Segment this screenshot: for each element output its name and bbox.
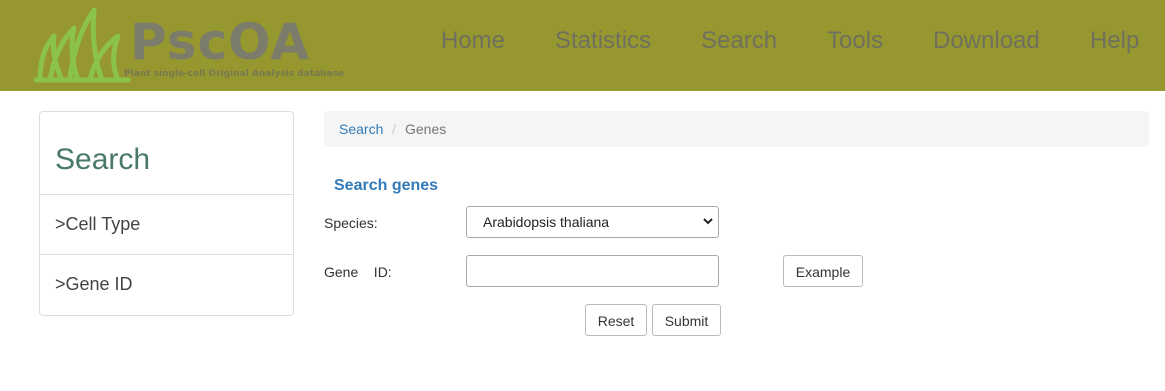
submit-button[interactable]: Submit — [652, 304, 721, 336]
nav-home[interactable]: Home — [441, 26, 505, 56]
nav-search[interactable]: Search — [701, 26, 777, 56]
top-navigation-bar: PscOA Plant single-cell Original Analysi… — [0, 0, 1165, 91]
reset-button[interactable]: Reset — [585, 304, 647, 336]
gene-id-input[interactable] — [466, 255, 719, 287]
search-sidebar: Search >Cell Type >Gene ID — [39, 111, 294, 316]
breadcrumb-separator: / — [392, 121, 396, 137]
nav-statistics[interactable]: Statistics — [555, 26, 651, 56]
nav-download[interactable]: Download — [933, 26, 1040, 56]
species-label: Species: — [324, 215, 378, 231]
sidebar-item-cell-type[interactable]: >Cell Type — [40, 195, 293, 255]
breadcrumb-current: Genes — [405, 121, 447, 137]
logo-subtitle: Plant single-cell Original Analysis data… — [124, 69, 345, 79]
breadcrumb-search-link[interactable]: Search — [339, 111, 383, 147]
form-title: Search genes — [334, 177, 439, 194]
sidebar-item-gene-id[interactable]: >Gene ID — [40, 255, 293, 315]
nav-tools[interactable]: Tools — [827, 26, 883, 56]
species-selected-value: Arabidopsis thaliana — [483, 214, 610, 230]
main-nav: Home Statistics Search Tools Download He… — [0, 26, 1165, 56]
sidebar-title: Search — [40, 112, 293, 195]
species-select[interactable]: Arabidopsis thaliana — [466, 206, 719, 238]
nav-help[interactable]: Help — [1090, 26, 1139, 56]
example-button[interactable]: Example — [783, 255, 863, 287]
breadcrumb: Search / Genes — [324, 111, 1149, 147]
chevron-down-icon — [702, 207, 714, 249]
gene-id-label: Gene ID: — [324, 264, 392, 280]
